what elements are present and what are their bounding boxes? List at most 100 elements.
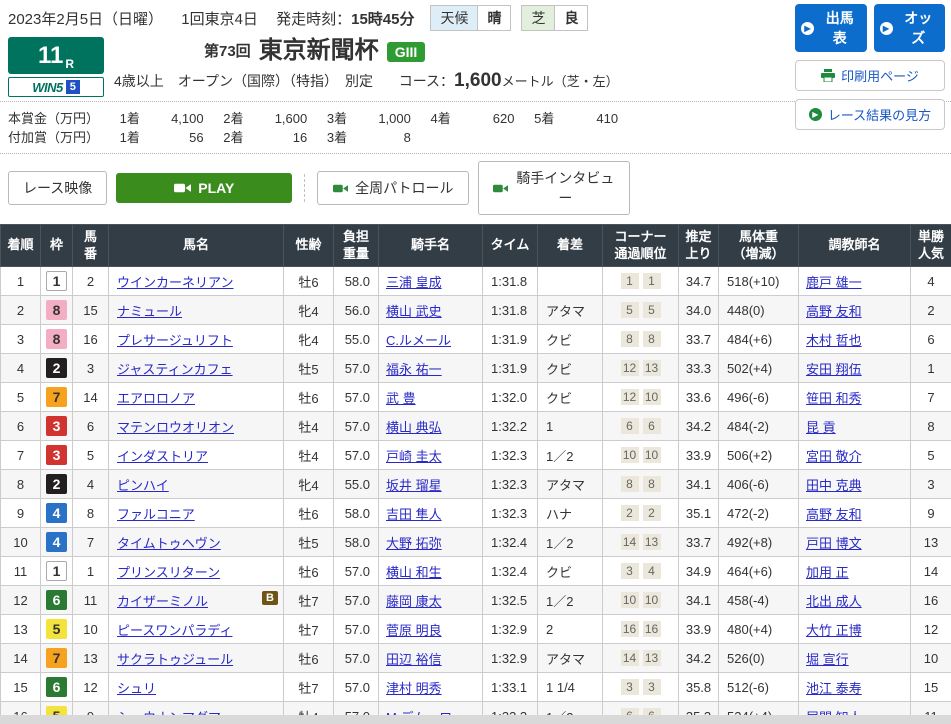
prize-amount: 410 [566, 109, 618, 128]
trainer-link[interactable]: 木村 哲也 [806, 333, 862, 348]
print-page-label: 印刷用ページ [841, 66, 919, 85]
jockey-link[interactable]: 藤岡 康太 [386, 594, 442, 609]
horse-name-link[interactable]: ウインカーネリアン [117, 275, 233, 290]
jockey-link[interactable]: C.ルメール [386, 333, 451, 348]
jockey-link[interactable]: 福永 祐一 [386, 362, 442, 377]
margin: クビ [538, 354, 603, 383]
result-guide-button[interactable]: ▶ レース結果の見方 [795, 99, 945, 130]
finish-position: 4 [1, 354, 41, 383]
margin: アタマ [538, 296, 603, 325]
last-3f-time: 34.2 [679, 412, 719, 441]
weather-value: 晴 [477, 6, 510, 30]
odds-button[interactable]: ▶ オッズ [874, 4, 946, 52]
jockey-link[interactable]: 横山 和生 [386, 565, 442, 580]
corner-position: 2 [621, 505, 639, 521]
corner-position: 10 [643, 447, 661, 463]
race-video-button[interactable]: レース映像 [8, 171, 107, 205]
trainer-link[interactable]: 加用 正 [806, 565, 849, 580]
trainer-link[interactable]: 笹田 和秀 [806, 391, 862, 406]
horse-name-link[interactable]: ナミュール [117, 304, 182, 319]
trainer-link[interactable]: 高野 友和 [806, 507, 862, 522]
trainer-link[interactable]: 池江 泰寿 [806, 681, 862, 696]
horse-number: 5 [73, 441, 109, 470]
last-3f-time: 34.1 [679, 586, 719, 615]
corner-position: 12 [621, 360, 639, 376]
shutsuba-button[interactable]: ▶ 出馬表 [795, 4, 867, 52]
trainer-link[interactable]: 戸田 博文 [806, 536, 862, 551]
horse-name-link[interactable]: カイザーミノル [117, 594, 208, 609]
trainer-link[interactable]: 北出 成人 [806, 594, 862, 609]
margin [538, 267, 603, 296]
col-weight: 負担 重量 [334, 225, 379, 267]
last-3f-time: 34.9 [679, 557, 719, 586]
corner-position: 8 [621, 476, 639, 492]
horse-name-link[interactable]: プリンスリターン [117, 565, 220, 580]
jockey-link[interactable]: 武 豊 [386, 391, 416, 406]
jockey-link[interactable]: 菅原 明良 [386, 623, 442, 638]
finish-time: 1:31.9 [483, 354, 538, 383]
horse-name-link[interactable]: エアロロノア [117, 391, 195, 406]
horse-number: 15 [73, 296, 109, 325]
horse-name-link[interactable]: ファルコニア [117, 507, 195, 522]
win-favorite-rank: 2 [911, 296, 951, 325]
printer-icon [821, 69, 835, 82]
patrol-video-button[interactable]: 全周パトロール [317, 171, 469, 205]
jockey-link[interactable]: 吉田 隼人 [386, 507, 442, 522]
trainer-link[interactable]: 大竹 正博 [806, 623, 862, 638]
horse-name-link[interactable]: ピンハイ [117, 478, 169, 493]
jockey-link[interactable]: 大野 拓弥 [386, 536, 442, 551]
horse-name-link[interactable]: サクラトゥジュール [117, 652, 233, 667]
corner-position: 14 [621, 650, 639, 666]
last-3f-time: 34.2 [679, 644, 719, 673]
course-detail: メートル（芝・左） [502, 74, 619, 89]
jockey-link[interactable]: 津村 明秀 [386, 681, 442, 696]
horse-name-link[interactable]: インダストリア [117, 449, 208, 464]
horse-name-link[interactable]: プレサージュリフト [117, 333, 233, 348]
col-horse-weight: 馬体重 （増減） [719, 225, 799, 267]
play-button[interactable]: PLAY [116, 173, 292, 203]
finish-time: 1:31.9 [483, 325, 538, 354]
horse-name-link[interactable]: マテンロウオリオン [117, 420, 234, 435]
trainer-link[interactable]: 田中 克典 [806, 478, 862, 493]
bottom-scroll-bar[interactable] [0, 715, 951, 724]
corner-position: 3 [621, 679, 639, 695]
jockey-link[interactable]: 横山 武史 [386, 304, 442, 319]
race-video-label: レース映像 [23, 178, 92, 198]
jockey-link[interactable]: 三浦 皇成 [386, 275, 442, 290]
trainer-link[interactable]: 鹿戸 雄一 [806, 275, 862, 290]
arrow-circle-icon: ▶ [880, 22, 893, 35]
jockey-interview-button[interactable]: 騎手インタビュー [478, 161, 630, 215]
horse-name-link[interactable]: ジャスティンカフェ [117, 362, 233, 377]
print-page-button[interactable]: 印刷用ページ [795, 60, 945, 91]
jockey-link[interactable]: 横山 典弘 [386, 420, 442, 435]
horse-name-link[interactable]: タイムトゥヘヴン [117, 536, 221, 551]
col-finish: 着順 [1, 225, 41, 267]
race-title: 東京新聞杯 [259, 38, 379, 64]
trainer-link[interactable]: 昆 貢 [806, 420, 836, 435]
trainer-link[interactable]: 堀 宣行 [806, 652, 849, 667]
jockey-link[interactable]: 田辺 裕信 [386, 652, 442, 667]
table-row: 13 5 10 ピースワンパラディ 牡7 57.0 菅原 明良 1:32.9 2… [1, 615, 951, 644]
trainer-link[interactable]: 宮田 敬介 [806, 449, 862, 464]
trainer-link[interactable]: 高野 友和 [806, 304, 862, 319]
horse-name-link[interactable]: シュリ [117, 681, 156, 696]
corner-position: 8 [643, 476, 661, 492]
horse-body-weight: 502(+4) [719, 354, 799, 383]
trainer-link[interactable]: 安田 翔伍 [806, 362, 862, 377]
jockey-link[interactable]: 坂井 瑠星 [386, 478, 442, 493]
horse-number: 10 [73, 615, 109, 644]
horse-name-link[interactable]: ピースワンパラディ [117, 623, 232, 638]
sex-age: 牝4 [284, 470, 334, 499]
table-row: 14 7 13 サクラトゥジュール 牡6 57.0 田辺 裕信 1:32.9 ア… [1, 644, 951, 673]
finish-position: 14 [1, 644, 41, 673]
result-guide-label: レース結果の見方 [828, 105, 931, 124]
turf-badge: 芝 良 [521, 5, 588, 31]
jockey-link[interactable]: 戸崎 圭太 [386, 449, 442, 464]
last-3f-time: 33.6 [679, 383, 719, 412]
prize-place: 1着 [120, 128, 152, 147]
corner-position: 3 [621, 563, 639, 579]
win-favorite-rank: 1 [911, 354, 951, 383]
horse-body-weight: 458(-4) [719, 586, 799, 615]
results-table: 着順 枠 馬 番 馬名 性齢 負担 重量 騎手名 タイム 着差 コーナー 通過順… [0, 224, 951, 724]
meeting-day: 1回東京4日 [181, 11, 258, 28]
